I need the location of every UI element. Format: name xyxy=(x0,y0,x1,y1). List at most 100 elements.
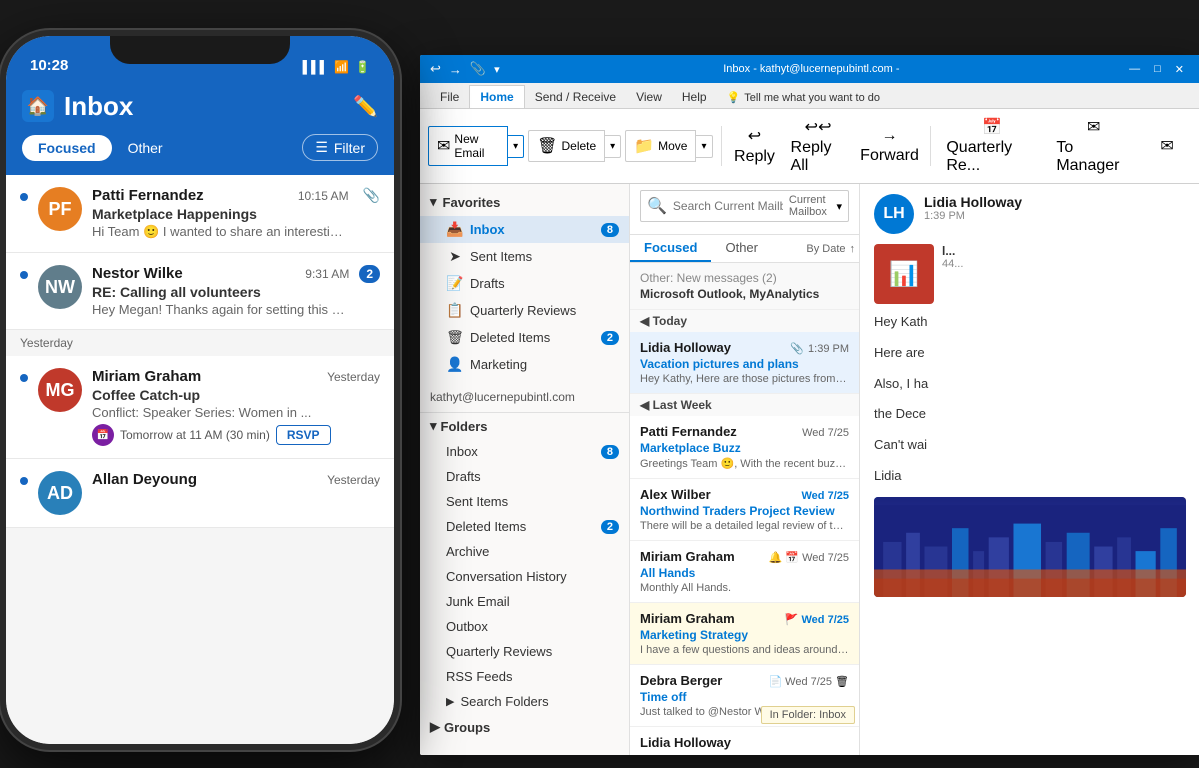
folder-convo-label: Conversation History xyxy=(446,569,619,584)
new-email-dropdown[interactable]: ▾ xyxy=(508,135,524,158)
msglist-search-bar[interactable]: 🔍 Current Mailbox ▾ xyxy=(640,190,849,222)
phone-filter-button[interactable]: ☰ Filter xyxy=(302,134,378,161)
sidebar-item-sent[interactable]: ➤ Sent Items xyxy=(420,243,629,270)
phone-compose-icon[interactable]: ✏️ xyxy=(353,94,378,119)
move-dropdown[interactable]: ▾ xyxy=(696,135,712,158)
sidebar-item-drafts[interactable]: 📝 Drafts xyxy=(420,270,629,297)
skyline-svg xyxy=(874,497,1186,597)
message-preview: Hey Megan! Thanks again for setting this… xyxy=(92,302,349,317)
msglist-tab-other[interactable]: Other xyxy=(711,235,772,262)
phone-tab-other[interactable]: Other xyxy=(112,135,179,161)
attachment-filesize: 44... xyxy=(942,258,963,270)
delete-dropdown[interactable]: ▾ xyxy=(605,135,621,158)
folder-sent-label: Sent Items xyxy=(446,494,619,509)
msglist-tab-focused[interactable]: Focused xyxy=(630,235,711,262)
phone-message-item[interactable]: PF Patti Fernandez 10:15 AM Marketplace … xyxy=(6,175,394,253)
folder-conversation-history[interactable]: Conversation History xyxy=(420,564,629,589)
extra-ribbon-button[interactable]: ✉ xyxy=(1142,132,1192,160)
msglist-item-top: Lidia Holloway xyxy=(640,735,849,750)
folder-junk[interactable]: Junk Email xyxy=(420,589,629,614)
notification-item[interactable]: Other: New messages (2) Microsoft Outloo… xyxy=(630,263,859,310)
phone-message-item[interactable]: MG Miriam Graham Yesterday Coffee Catch-… xyxy=(6,356,394,459)
sidebar-item-marketing[interactable]: 👤 Marketing xyxy=(420,351,629,378)
rsvp-button[interactable]: RSVP xyxy=(276,425,331,445)
search-scope-dropdown[interactable]: ▾ xyxy=(836,200,842,213)
groups-header[interactable]: ▶ Groups xyxy=(420,714,629,740)
forward-button[interactable]: → Forward xyxy=(857,123,923,169)
quick-access-attach[interactable]: 📎 xyxy=(470,61,486,77)
to-manager-button[interactable]: ✉ To Manager xyxy=(1049,113,1138,179)
tab-send-receive[interactable]: Send / Receive xyxy=(525,86,626,108)
phone-message-item[interactable]: NW Nestor Wilke 9:31 AM RE: Calling all … xyxy=(6,253,394,330)
sidebar-item-quarterly[interactable]: 📋 Quarterly Reviews xyxy=(420,297,629,324)
outlook-main-area: ▾ Favorites 📥 Inbox 8 ➤ Sent Items 📝 Dra… xyxy=(420,184,1199,755)
tab-home[interactable]: Home xyxy=(469,85,524,108)
outlook-reading-pane: LH Lidia Holloway 1:39 PM 📊 l... 44... H… xyxy=(860,184,1199,755)
msglist-item[interactable]: Alex Wilber Wed 7/25 Northwind Traders P… xyxy=(630,479,859,541)
drafts-icon: 📝 xyxy=(446,275,464,292)
folder-deleted[interactable]: Deleted Items 2 xyxy=(420,514,629,539)
msg-sender: Miriam Graham xyxy=(640,611,735,626)
extra-ribbon-icon: ✉ xyxy=(1160,136,1173,156)
quick-access-forward[interactable]: → xyxy=(449,62,462,77)
tab-view[interactable]: View xyxy=(626,86,672,108)
folder-rss[interactable]: RSS Feeds xyxy=(420,664,629,689)
msglist-item[interactable]: Miriam Graham 🔔 📅 Wed 7/25 All Hands Mon… xyxy=(630,541,859,603)
search-input[interactable] xyxy=(673,199,783,213)
reading-attachment-thumb: 📊 xyxy=(874,244,934,304)
tab-tell-me[interactable]: 💡 Tell me what you want to do xyxy=(717,87,890,108)
reply-button[interactable]: ↩ Reply xyxy=(729,122,779,170)
folder-sent[interactable]: Sent Items xyxy=(420,489,629,514)
tab-help[interactable]: Help xyxy=(672,86,717,108)
sidebar-item-deleted[interactable]: 🗑 Deleted Items 2 xyxy=(420,324,629,351)
message-time: 10:15 AM xyxy=(298,189,349,203)
reply-all-button[interactable]: ↩↩ Reply All xyxy=(784,113,853,179)
phone-tab-focused[interactable]: Focused xyxy=(22,135,112,161)
city-skyline xyxy=(874,497,1186,597)
folder-drafts[interactable]: Drafts xyxy=(420,464,629,489)
reading-pane-header: LH Lidia Holloway 1:39 PM xyxy=(874,194,1186,234)
msglist-item[interactable]: Lidia Holloway xyxy=(630,727,859,755)
message-sender: Allan Deyoung xyxy=(92,471,197,488)
quarterly-icon: 📋 xyxy=(446,302,464,319)
maximize-button[interactable]: □ xyxy=(1148,62,1167,77)
message-sender: Miriam Graham xyxy=(92,368,201,385)
groups-label: Groups xyxy=(444,720,490,735)
delete-button[interactable]: 🗑 Delete xyxy=(528,130,605,162)
msg-time: Wed 7/25 xyxy=(802,552,849,564)
minimize-button[interactable]: — xyxy=(1123,62,1146,77)
folder-archive[interactable]: Archive xyxy=(420,539,629,564)
folder-inbox[interactable]: Inbox 8 xyxy=(420,439,629,464)
msglist-item[interactable]: Patti Fernandez Wed 7/25 Marketplace Buz… xyxy=(630,416,859,479)
sidebar-item-inbox[interactable]: 📥 Inbox 8 xyxy=(420,216,629,243)
favorites-header[interactable]: ▾ Favorites xyxy=(420,188,629,216)
msg-preview: There will be a detailed legal review of… xyxy=(640,520,849,532)
folder-drafts-label: Drafts xyxy=(446,469,619,484)
msglist-item[interactable]: Lidia Holloway 📎 1:39 PM Vacation pictur… xyxy=(630,332,859,394)
phone-message-item[interactable]: AD Allan Deyoung Yesterday xyxy=(6,459,394,528)
close-button[interactable]: ✕ xyxy=(1169,62,1190,77)
folders-header[interactable]: ▾ Folders xyxy=(420,413,629,439)
msglist-item-flagged[interactable]: Miriam Graham 🚩 Wed 7/25 Marketing Strat… xyxy=(630,603,859,665)
message-content: Allan Deyoung Yesterday xyxy=(92,471,380,490)
quarterly-review-button[interactable]: 📅 Quarterly Re... xyxy=(939,113,1045,179)
folder-outbox[interactable]: Outbox xyxy=(420,614,629,639)
quick-access-back[interactable]: ↩ xyxy=(430,61,441,77)
msglist-tabs: Focused Other By Date ↑ xyxy=(630,235,859,263)
quick-access-dropdown[interactable]: ▾ xyxy=(494,63,500,76)
reading-greeting: Hey Kath xyxy=(874,312,1186,333)
outlook-ribbon-tabs: File Home Send / Receive View Help 💡 Tel… xyxy=(420,83,1199,109)
attachment-icon: 📎 xyxy=(790,342,804,355)
unread-dot xyxy=(20,193,28,201)
folder-search[interactable]: ▶ Search Folders xyxy=(420,689,629,714)
folder-quarterly[interactable]: Quarterly Reviews xyxy=(420,639,629,664)
sort-label: By Date xyxy=(806,243,845,255)
msg-time: Wed 7/25 xyxy=(802,427,849,439)
new-email-button[interactable]: ✉ New Email xyxy=(428,126,508,166)
msglist-item-top: Lidia Holloway 📎 1:39 PM xyxy=(640,340,849,355)
msglist-sort[interactable]: By Date ↑ xyxy=(806,235,855,262)
move-button[interactable]: 📁 Move xyxy=(625,130,696,162)
tab-file[interactable]: File xyxy=(430,86,469,108)
msglist-item[interactable]: Debra Berger 📄 Wed 7/25 🗑 Time off Just … xyxy=(630,665,859,727)
wifi-icon: 📶 xyxy=(334,60,349,74)
